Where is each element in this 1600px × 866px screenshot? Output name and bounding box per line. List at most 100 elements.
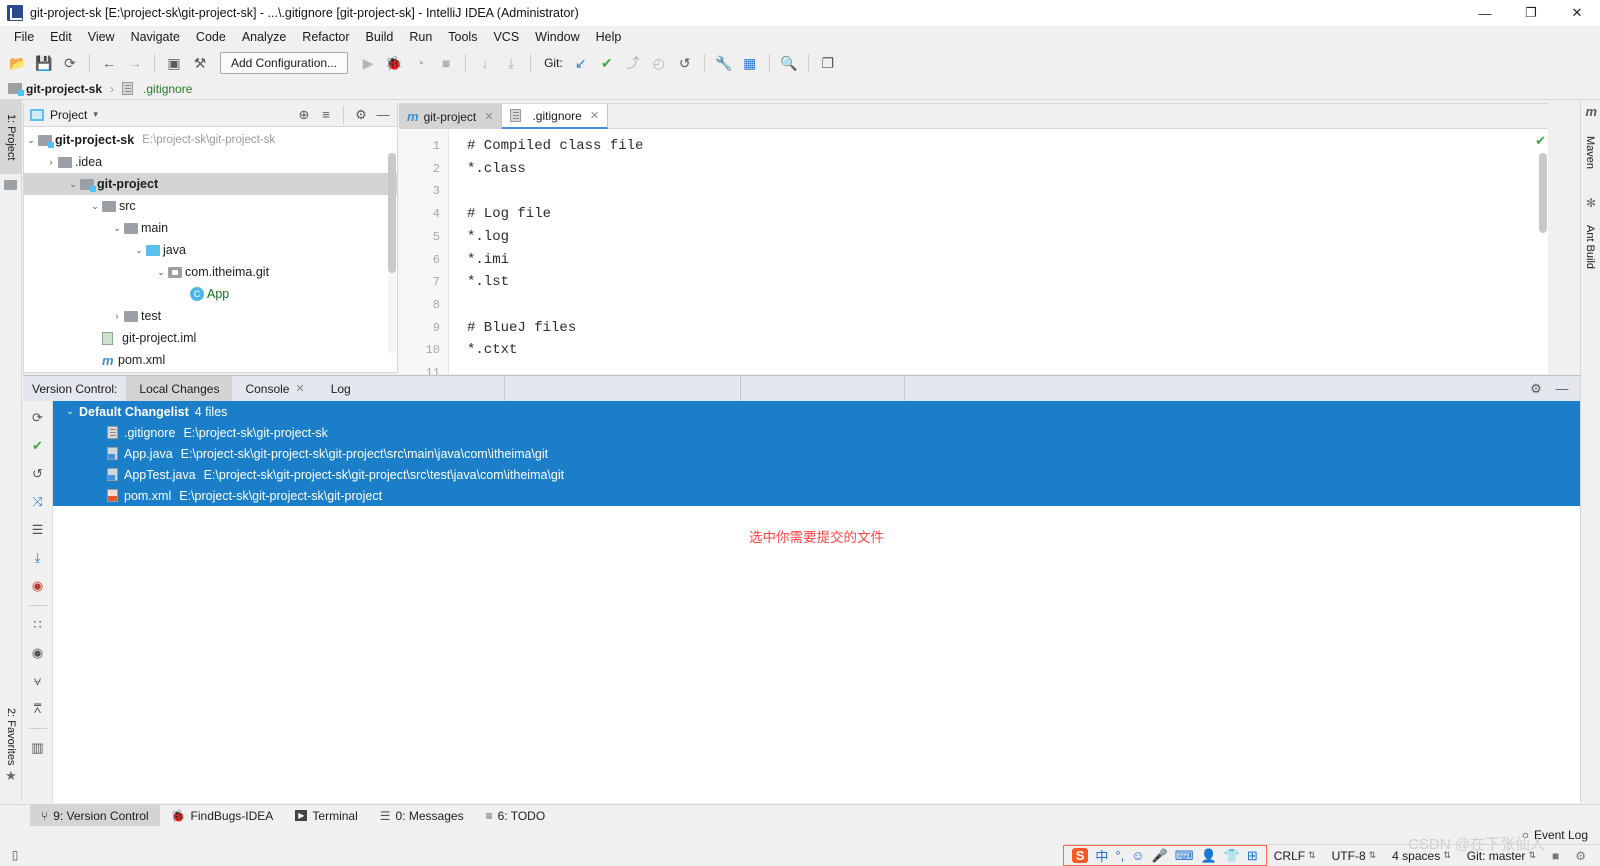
changelist-file-row[interactable]: App.java E:\project-sk\git-project-sk\gi… (53, 443, 1580, 464)
gear-icon[interactable]: ⚙ (351, 105, 371, 125)
tree-node-test[interactable]: › test (24, 305, 397, 327)
back-icon[interactable]: ← (97, 51, 121, 75)
ime-apps-icon[interactable]: ⊞ (1247, 848, 1258, 864)
menu-help[interactable]: Help (588, 27, 630, 47)
changelist-selection[interactable]: ⌄ Default Changelist 4 files .gitignore … (53, 401, 1580, 506)
search-everywhere-icon[interactable]: 🔍 (777, 51, 801, 75)
minimize-button[interactable]: — (1462, 0, 1508, 26)
git-update-icon[interactable]: ↙ (569, 51, 593, 75)
changelist-area[interactable]: ⌄ Default Changelist 4 files .gitignore … (53, 401, 1580, 803)
bottom-tab-messages[interactable]: ☰ 0: Messages (369, 805, 475, 827)
menu-analyze[interactable]: Analyze (234, 27, 294, 47)
ime-user-icon[interactable]: 👤 (1200, 848, 1216, 864)
bottom-tab-todo[interactable]: ≡ 6: TODO (475, 805, 557, 827)
expand-arrow-icon[interactable]: ⌄ (61, 406, 79, 417)
changelist-header-row[interactable]: ⌄ Default Changelist 4 files (53, 401, 1580, 422)
indent-widget[interactable]: 4 spaces ⇅ (1384, 849, 1459, 863)
sogou-logo-icon[interactable]: S (1071, 848, 1089, 863)
menu-refactor[interactable]: Refactor (294, 27, 357, 47)
ime-keyboard-icon[interactable]: ⌨ (1175, 848, 1194, 864)
sidebar-item-maven[interactable]: Maven (1580, 122, 1600, 184)
changelist-file-row[interactable]: .gitignore E:\project-sk\git-project-sk (53, 422, 1580, 443)
menu-view[interactable]: View (80, 27, 123, 47)
collapse-all-icon[interactable]: ≡ (316, 105, 336, 125)
ime-mic-icon[interactable]: 🎤 (1152, 848, 1168, 864)
menu-edit[interactable]: Edit (42, 27, 80, 47)
bottom-tab-terminal[interactable]: ▶ Terminal (284, 805, 369, 827)
tree-node-main[interactable]: ⌄ main (24, 217, 397, 239)
split-icon[interactable]: ▥ (27, 737, 49, 759)
forward-icon[interactable]: → (123, 51, 147, 75)
compile-icon[interactable]: ▣ (162, 51, 186, 75)
markup-scrollbar[interactable]: ✔ (1535, 129, 1548, 374)
debug-icon[interactable]: 🐞 (382, 51, 406, 75)
hide-panel-icon[interactable]: — (373, 105, 393, 125)
show-diff-icon[interactable]: ☰ (27, 519, 49, 541)
expand-arrow-icon[interactable]: › (110, 311, 124, 321)
menu-build[interactable]: Build (358, 27, 402, 47)
findbugs-icon[interactable]: ◉ (27, 575, 49, 597)
save-all-icon[interactable]: 💾 (32, 51, 56, 75)
code-editor[interactable]: 1 2 3 4 5 6 7 8 9 10 11 # Compiled class… (399, 129, 1548, 380)
menu-window[interactable]: Window (527, 27, 587, 47)
tree-node-package[interactable]: ⌄ com.itheima.git (24, 261, 397, 283)
refresh-icon[interactable]: ⟳ (27, 407, 49, 429)
run-with-coverage-icon[interactable]: ◔ (408, 51, 432, 75)
stop-icon[interactable]: ■ (434, 51, 458, 75)
tree-node-src[interactable]: ⌄ src (24, 195, 397, 217)
git-history-icon[interactable]: ◴ (647, 51, 671, 75)
editor-scrollbar-thumb[interactable] (1539, 153, 1547, 233)
gear-icon[interactable]: ⚙ (1526, 379, 1546, 399)
ime-emoji-icon[interactable]: ☺ (1131, 848, 1144, 863)
expand-arrow-icon[interactable]: ⌄ (66, 179, 80, 190)
commit-icon[interactable]: ✔ (27, 435, 49, 457)
chevron-down-icon[interactable]: ▾ (93, 109, 98, 120)
attach-icon[interactable]: ⤓ (499, 51, 523, 75)
close-button[interactable]: ✕ (1554, 0, 1600, 26)
close-tab-icon[interactable]: ✕ (590, 109, 599, 122)
expand-arrow-icon[interactable]: ⌄ (154, 267, 168, 278)
collapse-all-icon[interactable]: ⩞ (27, 698, 49, 720)
preview-icon[interactable]: ◉ (27, 642, 49, 664)
line-separator-widget[interactable]: CRLF ⇅ (1266, 849, 1324, 863)
tree-node-app-class[interactable]: C App (24, 283, 397, 305)
project-tree-scrollbar[interactable] (388, 153, 396, 353)
get-from-vcs-icon[interactable]: ⤓ (27, 547, 49, 569)
ime-mode-icon[interactable]: 中 (1095, 846, 1108, 865)
sidebar-item-favorites[interactable]: 2: Favorites (0, 695, 22, 779)
shelve-icon[interactable]: ⤨ (27, 491, 49, 513)
editor-tab-gitignore[interactable]: .gitignore ✕ (502, 104, 609, 129)
tab-log[interactable]: Log (318, 376, 364, 401)
ime-skin-icon[interactable]: 👕 (1224, 848, 1240, 864)
tree-node-idea[interactable]: › .idea (24, 151, 397, 173)
profile-icon[interactable]: ↓ (473, 51, 497, 75)
menu-navigate[interactable]: Navigate (123, 27, 188, 47)
menu-vcs[interactable]: VCS (485, 27, 527, 47)
git-branch-widget[interactable]: Git: master ⇅ (1459, 849, 1544, 863)
close-tab-icon[interactable]: ✕ (484, 110, 493, 123)
event-log-button[interactable]: ○ Event Log (1522, 828, 1588, 842)
breadcrumb-file[interactable]: .gitignore (143, 82, 192, 96)
menu-tools[interactable]: Tools (440, 27, 485, 47)
expand-arrow-icon[interactable]: ⌄ (110, 223, 124, 234)
run-icon[interactable]: ▶ (356, 51, 380, 75)
tree-node-git-project[interactable]: ⌄ git-project (24, 173, 397, 195)
sidebar-item-project[interactable]: 1: Project (0, 100, 22, 174)
expand-arrow-icon[interactable]: › (44, 157, 58, 167)
tab-local-changes[interactable]: Local Changes (126, 376, 233, 401)
add-configuration-button[interactable]: Add Configuration... (220, 52, 349, 74)
expand-all-icon[interactable]: ⩝ (27, 670, 49, 692)
tab-console[interactable]: Console ✕ (232, 376, 317, 401)
git-commit-icon[interactable]: ✔ (595, 51, 619, 75)
menu-file[interactable]: File (6, 27, 42, 47)
editor-tab-git-project[interactable]: m git-project ✕ (399, 104, 503, 129)
menu-code[interactable]: Code (188, 27, 234, 47)
expand-arrow-icon[interactable]: ⌄ (88, 201, 102, 212)
close-icon[interactable]: ✕ (295, 382, 304, 395)
locate-file-icon[interactable]: ⊕ (294, 105, 314, 125)
git-push-icon[interactable]: ⤴ (621, 51, 645, 75)
group-by-icon[interactable]: ∷ (27, 614, 49, 636)
notifications-icon[interactable]: ⚙ (1567, 849, 1594, 863)
sync-icon[interactable]: ⟳ (58, 51, 82, 75)
tree-node-java[interactable]: ⌄ java (24, 239, 397, 261)
